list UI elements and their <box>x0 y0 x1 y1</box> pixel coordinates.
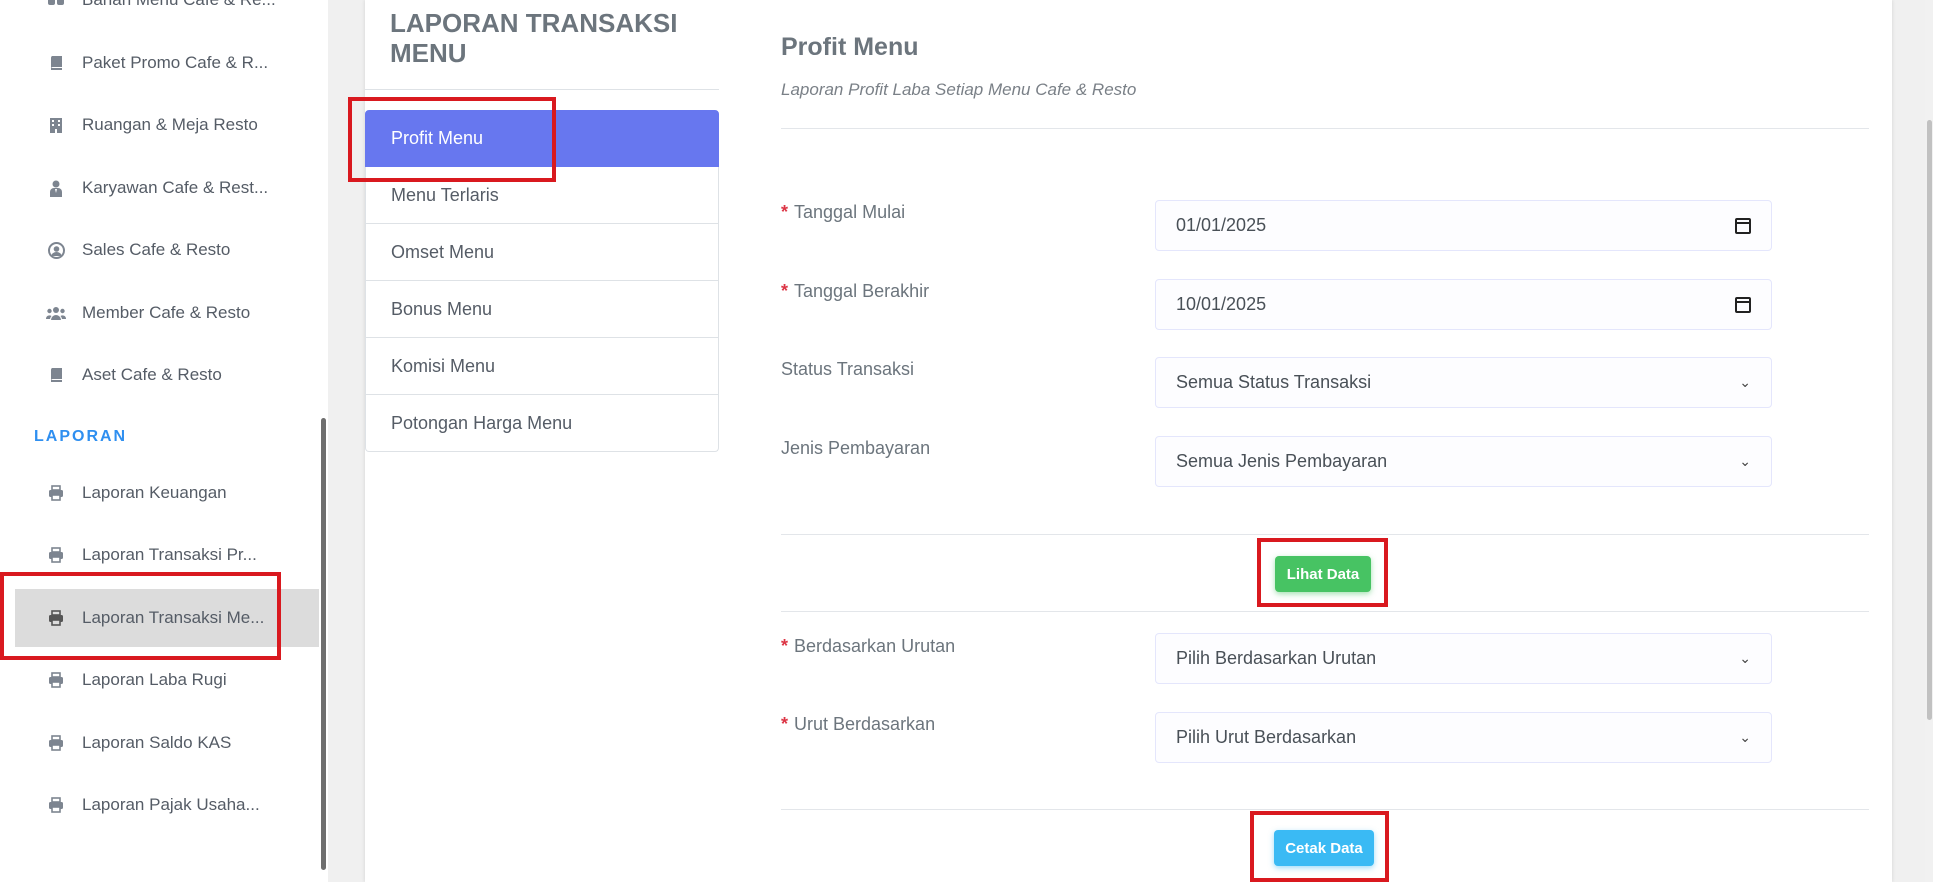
sidebar-item-label: Laporan Transaksi Pr... <box>82 545 257 564</box>
urut-berdasarkan-value: Pilih Urut Berdasarkan <box>1176 727 1357 747</box>
sidebar-item-label: Aset Cafe & Resto <box>82 365 222 384</box>
sidebar-item-label: Laporan Pajak Usaha... <box>82 795 260 814</box>
print-icon <box>46 670 66 690</box>
jenis-pembayaran-value: Semua Jenis Pembayaran <box>1176 451 1388 471</box>
sidebar-item-bahan-menu[interactable]: Bahan Menu Cafe & Re... <box>15 0 320 29</box>
required-mark: * <box>781 202 789 222</box>
report-menu-list: Profit Menu Menu Terlaris Omset Menu Bon… <box>365 110 719 452</box>
urut-berdasarkan-label: * Urut Berdasarkan <box>781 714 936 734</box>
chevron-down-icon: ⌄ <box>1739 650 1751 666</box>
report-menu-menu-terlaris[interactable]: Menu Terlaris <box>365 167 719 224</box>
print-icon <box>46 483 66 503</box>
report-menu-komisi-menu[interactable]: Komisi Menu <box>365 338 719 395</box>
status-transaksi-value: Semua Status Transaksi <box>1176 372 1372 392</box>
building-icon <box>46 115 66 135</box>
required-mark: * <box>781 714 789 734</box>
tanggal-mulai-value: 01/01/2025 <box>1176 215 1267 235</box>
sidebar-item-label: Karyawan Cafe & Rest... <box>82 178 269 197</box>
tanggal-mulai-label: * Tanggal Mulai <box>781 202 906 222</box>
divider <box>781 809 1869 810</box>
status-transaksi-label: Status Transaksi <box>781 359 915 379</box>
content-subtitle: Laporan Profit Laba Setiap Menu Cafe & R… <box>781 80 1137 99</box>
sidebar: Bahan Menu Cafe & Re... Paket Promo Cafe… <box>0 0 328 882</box>
cetak-data-button[interactable]: Cetak Data <box>1274 830 1374 866</box>
sidebar-item-sales[interactable]: Sales Cafe & Resto <box>15 221 320 279</box>
sidebar-item-label: Bahan Menu Cafe & Re... <box>82 0 276 10</box>
required-mark: * <box>781 281 789 301</box>
jenis-pembayaran-select[interactable]: Semua Jenis Pembayaran ⌄ <box>1155 436 1772 487</box>
jenis-pembayaran-label: Jenis Pembayaran <box>781 438 931 458</box>
user-tie-icon <box>46 178 66 198</box>
sidebar-item-laporan-saldo-kas[interactable]: Laporan Saldo KAS <box>15 714 320 772</box>
sidebar-section-laporan: LAPORAN <box>34 428 128 445</box>
sidebar-item-label: Member Cafe & Resto <box>82 303 251 322</box>
sidebar-item-laporan-keuangan[interactable]: Laporan Keuangan <box>15 464 320 522</box>
berdasarkan-urutan-value: Pilih Berdasarkan Urutan <box>1176 648 1377 668</box>
status-transaksi-select[interactable]: Semua Status Transaksi ⌄ <box>1155 357 1772 408</box>
print-icon <box>46 608 66 628</box>
report-menu-potongan-harga-menu[interactable]: Potongan Harga Menu <box>365 395 719 452</box>
page-scrollbar-thumb[interactable] <box>1927 120 1932 720</box>
chevron-down-icon: ⌄ <box>1739 453 1751 469</box>
calendar-icon[interactable] <box>1735 296 1751 313</box>
utensils-icon <box>46 0 66 10</box>
sidebar-item-aset[interactable]: Aset Cafe & Resto <box>15 346 320 404</box>
sidebar-item-label: Laporan Laba Rugi <box>82 670 227 689</box>
tanggal-berakhir-input[interactable]: 10/01/2025 <box>1155 279 1772 330</box>
divider <box>781 128 1869 129</box>
tanggal-berakhir-value: 10/01/2025 <box>1176 294 1267 314</box>
content-title: Profit Menu <box>781 33 919 61</box>
print-icon <box>46 795 66 815</box>
tanggal-berakhir-label: * Tanggal Berakhir <box>781 281 930 301</box>
urut-berdasarkan-select[interactable]: Pilih Urut Berdasarkan ⌄ <box>1155 712 1772 763</box>
report-menu-profit-menu[interactable]: Profit Menu <box>365 110 719 167</box>
page-title: LAPORAN TRANSAKSI MENU <box>390 8 678 68</box>
divider <box>781 611 1869 612</box>
sidebar-item-label: Laporan Saldo KAS <box>82 733 232 752</box>
book-icon <box>46 365 66 385</box>
tanggal-mulai-input[interactable]: 01/01/2025 <box>1155 200 1772 251</box>
report-menu-omset-menu[interactable]: Omset Menu <box>365 224 719 281</box>
sidebar-item-label: Sales Cafe & Resto <box>82 240 231 259</box>
lihat-data-button[interactable]: Lihat Data <box>1275 556 1371 592</box>
required-mark: * <box>781 636 789 656</box>
sidebar-item-laporan-transaksi-produk[interactable]: Laporan Transaksi Pr... <box>15 526 320 584</box>
user-circle-icon <box>46 240 66 260</box>
users-icon <box>46 303 66 323</box>
sidebar-item-label: Paket Promo Cafe & R... <box>82 53 269 72</box>
title-divider <box>365 89 719 90</box>
calendar-icon[interactable] <box>1735 217 1751 234</box>
chevron-down-icon: ⌄ <box>1739 729 1751 745</box>
sidebar-item-laporan-laba-rugi[interactable]: Laporan Laba Rugi <box>15 651 320 709</box>
chevron-down-icon: ⌄ <box>1739 374 1751 390</box>
book-icon <box>46 53 66 73</box>
sidebar-item-member[interactable]: Member Cafe & Resto <box>15 284 320 342</box>
sidebar-item-ruangan-meja[interactable]: Ruangan & Meja Resto <box>15 96 320 154</box>
sidebar-item-label: Ruangan & Meja Resto <box>82 115 258 134</box>
berdasarkan-urutan-select[interactable]: Pilih Berdasarkan Urutan ⌄ <box>1155 633 1772 684</box>
sidebar-scrollbar-thumb[interactable] <box>321 418 326 870</box>
sidebar-item-paket-promo[interactable]: Paket Promo Cafe & R... <box>15 34 320 92</box>
sidebar-item-karyawan[interactable]: Karyawan Cafe & Rest... <box>15 159 320 217</box>
divider <box>781 534 1869 535</box>
berdasarkan-urutan-label: * Berdasarkan Urutan <box>781 636 956 656</box>
print-icon <box>46 545 66 565</box>
sidebar-item-laporan-pajak-usaha[interactable]: Laporan Pajak Usaha... <box>15 776 320 834</box>
sidebar-item-label: Laporan Keuangan <box>82 483 227 502</box>
sidebar-item-laporan-transaksi-menu[interactable]: Laporan Transaksi Me... <box>15 589 320 647</box>
report-menu-bonus-menu[interactable]: Bonus Menu <box>365 281 719 338</box>
print-icon <box>46 733 66 753</box>
sidebar-item-label: Laporan Transaksi Me... <box>82 608 265 627</box>
